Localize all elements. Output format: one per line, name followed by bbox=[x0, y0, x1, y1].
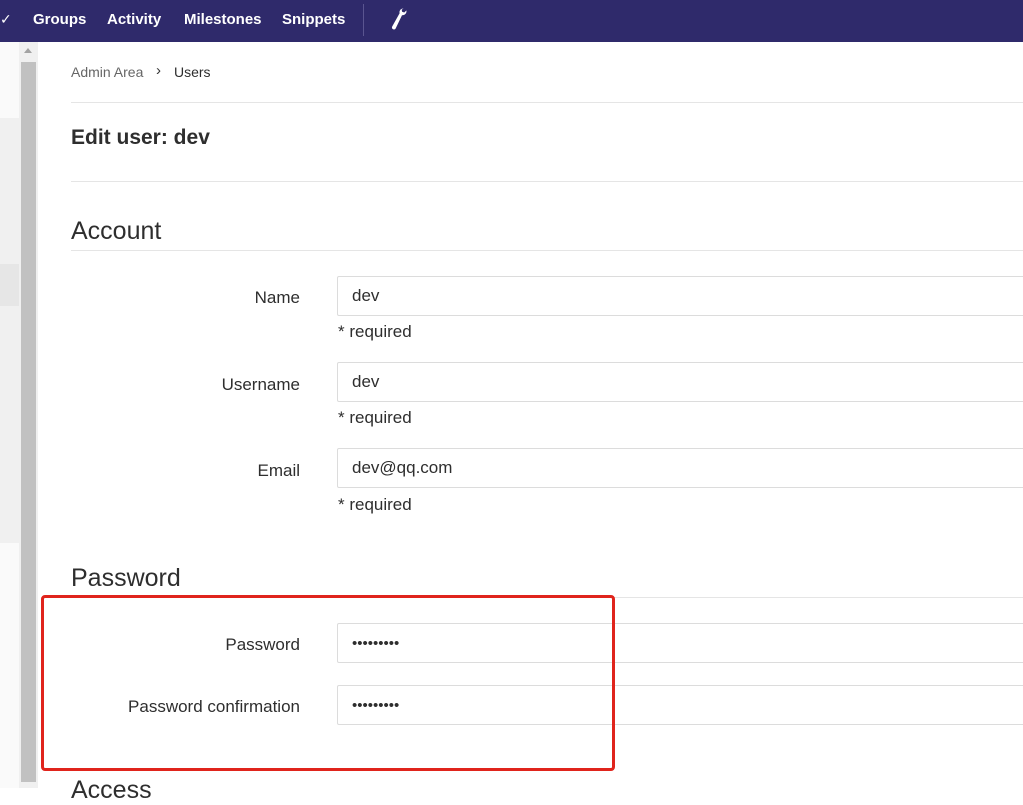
email-input[interactable] bbox=[337, 448, 1023, 488]
annotation-highlight-box bbox=[41, 595, 615, 771]
nav-chevron-icon[interactable]: ✓ bbox=[0, 11, 12, 28]
email-required-hint: * required bbox=[338, 495, 412, 514]
vertical-scrollbar[interactable] bbox=[19, 42, 38, 788]
email-label: Email bbox=[257, 461, 300, 480]
nav-milestones[interactable]: Milestones bbox=[184, 11, 262, 28]
password-input[interactable] bbox=[337, 623, 1023, 663]
divider bbox=[71, 102, 1023, 103]
wrench-icon[interactable] bbox=[389, 7, 409, 31]
sidebar bbox=[0, 42, 19, 788]
username-required-hint: * required bbox=[338, 408, 412, 427]
username-input[interactable] bbox=[337, 362, 1023, 402]
nav-snippets[interactable]: Snippets bbox=[282, 11, 345, 28]
access-section-title: Access bbox=[71, 776, 152, 804]
breadcrumb-chevron-icon: › bbox=[156, 62, 161, 79]
breadcrumb-users[interactable]: Users bbox=[174, 64, 211, 80]
sidebar-panel bbox=[0, 118, 19, 543]
page-title: Edit user: dev bbox=[71, 126, 210, 149]
scroll-up-arrow-icon[interactable] bbox=[24, 48, 32, 53]
top-navbar: ✓ Groups Activity Milestones Snippets bbox=[0, 0, 1023, 42]
password-confirmation-input[interactable] bbox=[337, 685, 1023, 725]
name-input[interactable] bbox=[337, 276, 1023, 316]
name-label: Name bbox=[254, 288, 300, 307]
scrollbar-thumb[interactable] bbox=[21, 62, 36, 782]
nav-activity[interactable]: Activity bbox=[107, 11, 161, 28]
nav-divider bbox=[363, 4, 364, 36]
divider bbox=[71, 181, 1023, 182]
divider bbox=[71, 250, 1023, 251]
divider bbox=[71, 597, 1023, 598]
nav-groups[interactable]: Groups bbox=[33, 11, 86, 28]
name-required-hint: * required bbox=[338, 322, 412, 341]
password-confirmation-label: Password confirmation bbox=[128, 697, 300, 716]
password-section-title: Password bbox=[71, 564, 181, 592]
password-label: Password bbox=[225, 635, 300, 654]
main-content: Admin Area › Users Edit user: dev Accoun… bbox=[38, 42, 1023, 804]
account-section-title: Account bbox=[71, 217, 162, 245]
breadcrumb-admin-area[interactable]: Admin Area bbox=[71, 64, 143, 80]
username-label: Username bbox=[221, 375, 300, 394]
sidebar-item-active[interactable] bbox=[0, 264, 19, 306]
